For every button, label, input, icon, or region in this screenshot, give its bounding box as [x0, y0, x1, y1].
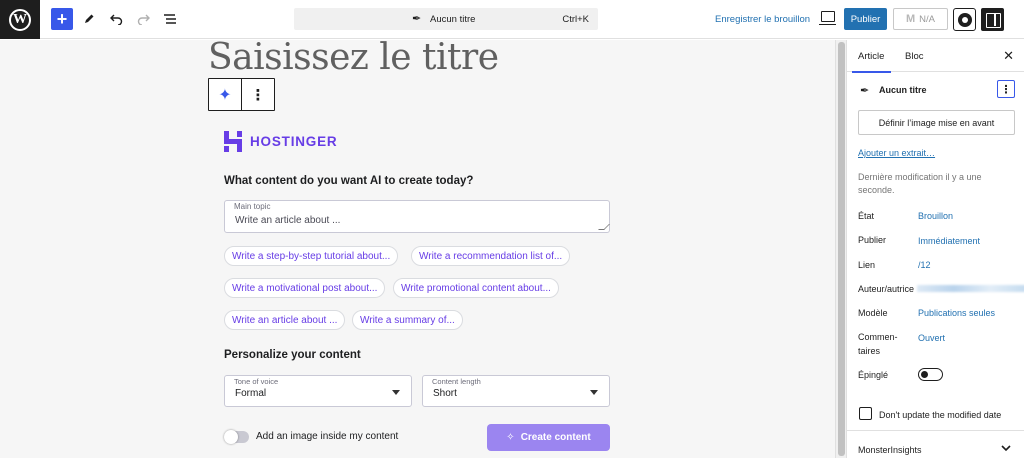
template-label: Modèle [858, 308, 888, 318]
length-value: Short [433, 388, 457, 399]
link-label: Lien [858, 260, 876, 270]
redo-icon [137, 14, 150, 25]
seo-logo-icon: M [905, 13, 916, 25]
set-featured-image-button[interactable]: Définir l’image mise en avant [858, 110, 1015, 135]
personalize-heading: Personalize your content [224, 349, 361, 361]
list-view-icon [164, 14, 176, 24]
link-value[interactable]: /12 [918, 260, 931, 270]
suggestion-chip[interactable]: Write a recommendation list of... [411, 246, 571, 266]
template-value[interactable]: Publications seules [918, 308, 995, 318]
main-topic-field[interactable]: Main topic [224, 200, 610, 233]
post-feather-icon: ✒ [412, 13, 422, 25]
status-label: État [858, 211, 875, 221]
sidebar-tabs: Article Bloc ✕ [847, 40, 1024, 73]
main-topic-label: Main topic [234, 202, 271, 211]
add-image-label: Add an image inside my content [256, 431, 399, 442]
last-modified-text: Dernière modification il y a une seconde… [858, 172, 982, 195]
caret-down-icon [590, 390, 598, 395]
tab-bloc[interactable]: Bloc [905, 51, 923, 62]
add-block-button[interactable]: + [51, 8, 73, 30]
wordpress-logo-button[interactable]: W [0, 0, 40, 39]
tone-of-voice-select[interactable]: Tone of voice Formal [224, 375, 412, 407]
save-draft-button[interactable]: Enregistrer le brouillon [715, 14, 810, 25]
settings-sidebar: Article Bloc ✕ ✒ Aucun titre ⋮ Définir l… [846, 40, 1024, 458]
editor-canvas: Saisissez le titre ✦ ⋮ HOSTINGER What co… [0, 40, 835, 458]
author-value-blurred[interactable] [917, 285, 1024, 292]
command-bar-title: Aucun titre [430, 14, 476, 25]
dont-update-date-label: Don't update the modified date [879, 410, 1002, 420]
main-topic-input[interactable] [235, 215, 595, 226]
suggestion-chip[interactable]: Write a motivational post about... [224, 278, 386, 298]
publish-button[interactable]: Publier [844, 8, 887, 30]
monsterinsights-panel-title[interactable]: MonsterInsights [858, 445, 922, 455]
add-image-toggle[interactable] [224, 430, 249, 444]
post-title-input[interactable]: Saisissez le titre [208, 40, 499, 78]
create-content-label: Create content [520, 432, 591, 443]
editor-topbar: W + ✒ Aucun titre Ctrl+K Enregistrer le … [0, 0, 1024, 39]
suggestion-chip[interactable]: Write a summary of... [352, 310, 463, 330]
add-excerpt-link[interactable]: Ajouter un extrait… [858, 148, 935, 158]
ai-heading: What content do you want AI to create to… [224, 175, 474, 187]
panel-divider [847, 430, 1024, 431]
wordpress-icon: W [9, 8, 31, 31]
suggestion-chip[interactable]: Write promotional content about... [393, 278, 559, 298]
hostinger-wordmark: HOSTINGER [250, 134, 338, 149]
settings-sidebar-toggle-icon[interactable] [981, 8, 1004, 31]
gear-icon [957, 12, 972, 27]
resize-grip-icon[interactable] [598, 224, 610, 230]
dont-update-date-checkbox[interactable] [859, 407, 872, 420]
redo-button[interactable] [132, 8, 154, 30]
sticky-label: Épinglé [858, 370, 889, 380]
block-toolbar: ✦ ⋮ [208, 78, 275, 111]
hostinger-ai-button[interactable] [953, 8, 976, 31]
content-length-select[interactable]: Content length Short [422, 375, 610, 407]
comments-value[interactable]: Ouvert [918, 333, 945, 343]
command-palette-bar[interactable]: ✒ Aucun titre Ctrl+K [294, 8, 598, 30]
ai-sparkle-icon[interactable]: ✦ [209, 79, 242, 110]
create-content-button[interactable]: ✧ Create content [487, 424, 610, 451]
sidebar-post-title: Aucun titre [879, 85, 927, 95]
post-actions-icon[interactable]: ⋮ [997, 80, 1015, 98]
edit-tools-button[interactable] [78, 8, 100, 30]
pencil-icon [85, 14, 94, 23]
editor-scrollbar[interactable] [835, 40, 846, 458]
publish-value[interactable]: Immédiatement [918, 236, 980, 246]
undo-icon [109, 14, 122, 25]
suggestion-chip[interactable]: Write an article about ... [224, 310, 346, 330]
hostinger-mark-icon [224, 131, 242, 152]
tone-value: Formal [235, 388, 267, 399]
seo-score-label: N/A [919, 13, 935, 25]
command-shortcut: Ctrl+K [562, 14, 589, 25]
length-label: Content length [432, 377, 481, 386]
scrollbar-thumb[interactable] [838, 42, 845, 456]
block-options-icon[interactable]: ⋮ [242, 79, 274, 110]
author-label: Auteur/autrice [858, 284, 915, 294]
post-feather-icon: ✒ [860, 85, 870, 97]
caret-down-icon [392, 390, 400, 395]
comments-label: Commen- [858, 332, 898, 342]
hostinger-logo: HOSTINGER [224, 131, 337, 152]
sticky-toggle[interactable] [918, 368, 943, 381]
status-value[interactable]: Brouillon [918, 211, 953, 221]
close-icon[interactable]: ✕ [1003, 48, 1014, 64]
publish-label: Publier [858, 235, 887, 245]
preview-icon[interactable] [819, 11, 836, 25]
document-overview-button[interactable] [159, 8, 181, 30]
sparkles-icon: ✧ [506, 432, 515, 443]
chevron-down-icon[interactable] [1001, 445, 1011, 452]
seo-score-button[interactable]: M N/A [893, 8, 948, 30]
tab-article[interactable]: Article [851, 51, 892, 73]
undo-button[interactable] [105, 8, 127, 30]
comments-label-cont: taires [858, 346, 881, 356]
suggestion-chip[interactable]: Write a step-by-step tutorial about... [224, 246, 399, 266]
tone-label: Tone of voice [234, 377, 279, 386]
